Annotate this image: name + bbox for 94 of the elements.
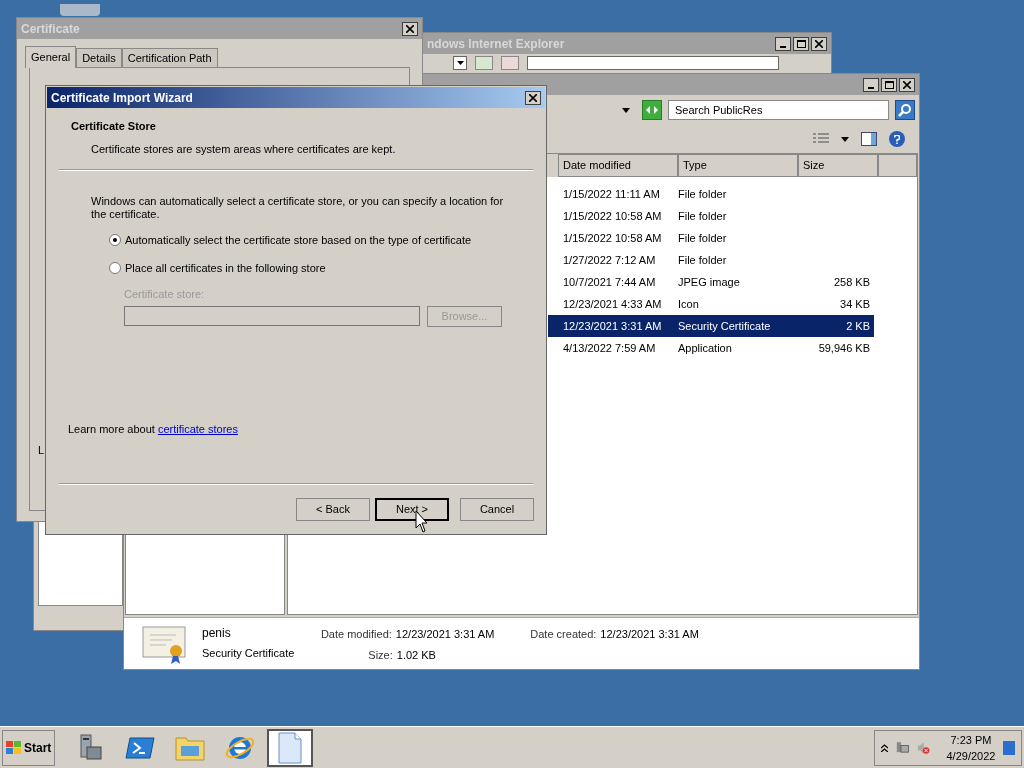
column-header[interactable]: Date modified [558,154,678,177]
refresh-button[interactable] [475,56,493,70]
chevron-up-icon[interactable] [881,743,888,752]
wizard-heading: Certificate Store [71,119,157,134]
search-field[interactable]: Search PublicRes [668,100,889,120]
table-cell-text: 1/27/2022 7:12 AM [562,252,657,268]
table-cell-text: Icon [678,296,700,312]
table-cell-text: File folder [678,252,728,268]
column-header[interactable]: Type [678,154,798,177]
file-row[interactable]: 10/7/2021 7:44 AM JPEG image 258 KB [548,271,874,293]
close-icon [815,39,823,48]
table-cell-text: File folder [678,230,728,246]
intro-text: Windows can automatically select a certificate store, or you can specify a location for the certificate. [91,195,505,221]
radio-button[interactable] [109,261,121,274]
table-cell-text: 12/23/2021 4:33 AM [562,296,663,312]
table-cell-text: File folder [678,208,728,224]
start-button[interactable]: Start [2,729,56,766]
window-title: Certificate Import Wizard [51,89,193,107]
table-cell-text: 4/13/2022 7:59 AM [562,340,657,356]
table-cell-text: 2 KB [846,318,870,334]
minimize-button[interactable] [775,36,791,51]
learn-more-text: Learn more about certificate stores [67,421,239,437]
terminal-icon [125,735,156,760]
window-title: ndows Internet Explorer [427,35,565,53]
file-row[interactable]: 4/13/2022 7:59 AM Application 59,946 KB [548,337,874,359]
table-cell-text: Security Certificate [678,318,772,334]
table-cell-text: Application [678,340,733,356]
close-icon [406,24,414,33]
table-cell-text: 10/7/2021 7:44 AM [562,274,657,290]
table-cell-text: 34 KB [840,296,870,312]
file-row[interactable]: 12/23/2021 3:31 AM Security Certificate 2 KB [548,315,874,337]
close-icon [529,93,537,102]
table-cell-text: 59,946 KB [818,340,870,356]
radio-label[interactable]: Place all certificates in the following store [125,259,326,276]
windows-logo-icon [6,740,22,755]
table-cell-text: 1/15/2022 10:58 AM [562,230,663,246]
column-header[interactable]: Size [798,154,878,177]
dialog-button[interactable]: < Back [296,498,370,521]
arrows-icon [645,105,659,115]
tab[interactable]: General [25,46,77,68]
label-text: L [38,442,46,458]
show-desktop-icon[interactable] [1003,740,1015,755]
radio-label[interactable]: Automatically select the certificate store based on the type of certificate [125,232,472,249]
file-row[interactable]: 1/27/2022 7:12 AM File folder [548,249,874,271]
help-icon[interactable] [889,131,905,147]
certificate-stores-link[interactable]: certificate stores [157,422,238,435]
maximize-button[interactable] [793,36,809,51]
table-cell-text: 258 KB [833,274,870,290]
wizard-subheading: Certificate stores are system areas where certificates are kept. [90,141,397,157]
refresh-button[interactable] [642,100,662,120]
dialog-button[interactable]: Cancel [460,498,534,521]
maximize-button[interactable] [881,77,897,92]
network-icon[interactable] [896,739,910,756]
field-value: 12/23/2021 3:31 AM [395,627,495,642]
table-cell-text: JPEG image [678,274,741,290]
muted-speaker-icon[interactable] [917,739,931,756]
taskbar-button[interactable] [267,728,314,767]
close-icon [903,80,911,89]
tab[interactable]: Certification Path [121,48,218,67]
table-cell-text: 1/15/2022 10:58 AM [562,208,663,224]
file-row[interactable]: 1/15/2022 10:58 AM File folder [548,205,874,227]
field-value: 12/23/2021 3:31 AM [600,627,699,642]
preview-pane-icon[interactable] [861,132,877,146]
certificate-icon [142,624,188,664]
field-label: Date created: [530,627,597,642]
stop-button[interactable] [501,56,519,70]
document-icon [277,731,304,764]
dropdown-arrow-icon[interactable] [841,136,849,142]
clock-time[interactable]: 7:23 PM [950,731,992,748]
clock-date[interactable]: 4/29/2022 [946,747,996,764]
radio-button[interactable] [109,234,121,247]
close-button[interactable] [525,90,541,105]
close-button[interactable] [899,77,915,92]
table-cell-text: 1/15/2022 11:11 AM [562,186,661,202]
search-field[interactable] [527,56,779,70]
field-label: Certificate store: [124,287,206,302]
field-label: Date modified: [320,627,392,642]
field-label: Size: [368,647,393,663]
file-name: penis [202,625,232,642]
file-row[interactable]: 1/15/2022 11:11 AM File folder [548,183,874,205]
dropdown-arrow-icon[interactable] [622,107,630,113]
window-title: Certificate [21,20,80,38]
tab[interactable]: Details [76,48,122,67]
file-type: Security Certificate [202,646,295,661]
minimize-button[interactable] [863,77,879,92]
table-cell-text: File folder [678,186,728,202]
close-button[interactable] [402,21,418,36]
file-row[interactable]: 1/15/2022 10:58 AM File folder [548,227,874,249]
field-value: 1.02 KB [396,647,436,663]
search-icon[interactable] [895,100,915,120]
file-row[interactable]: 12/23/2021 4:33 AM Icon 34 KB [548,293,874,315]
table-cell-text: 12/23/2021 3:31 AM [562,318,663,334]
dialog-button[interactable]: Next > [375,498,449,521]
close-button[interactable] [811,36,827,51]
